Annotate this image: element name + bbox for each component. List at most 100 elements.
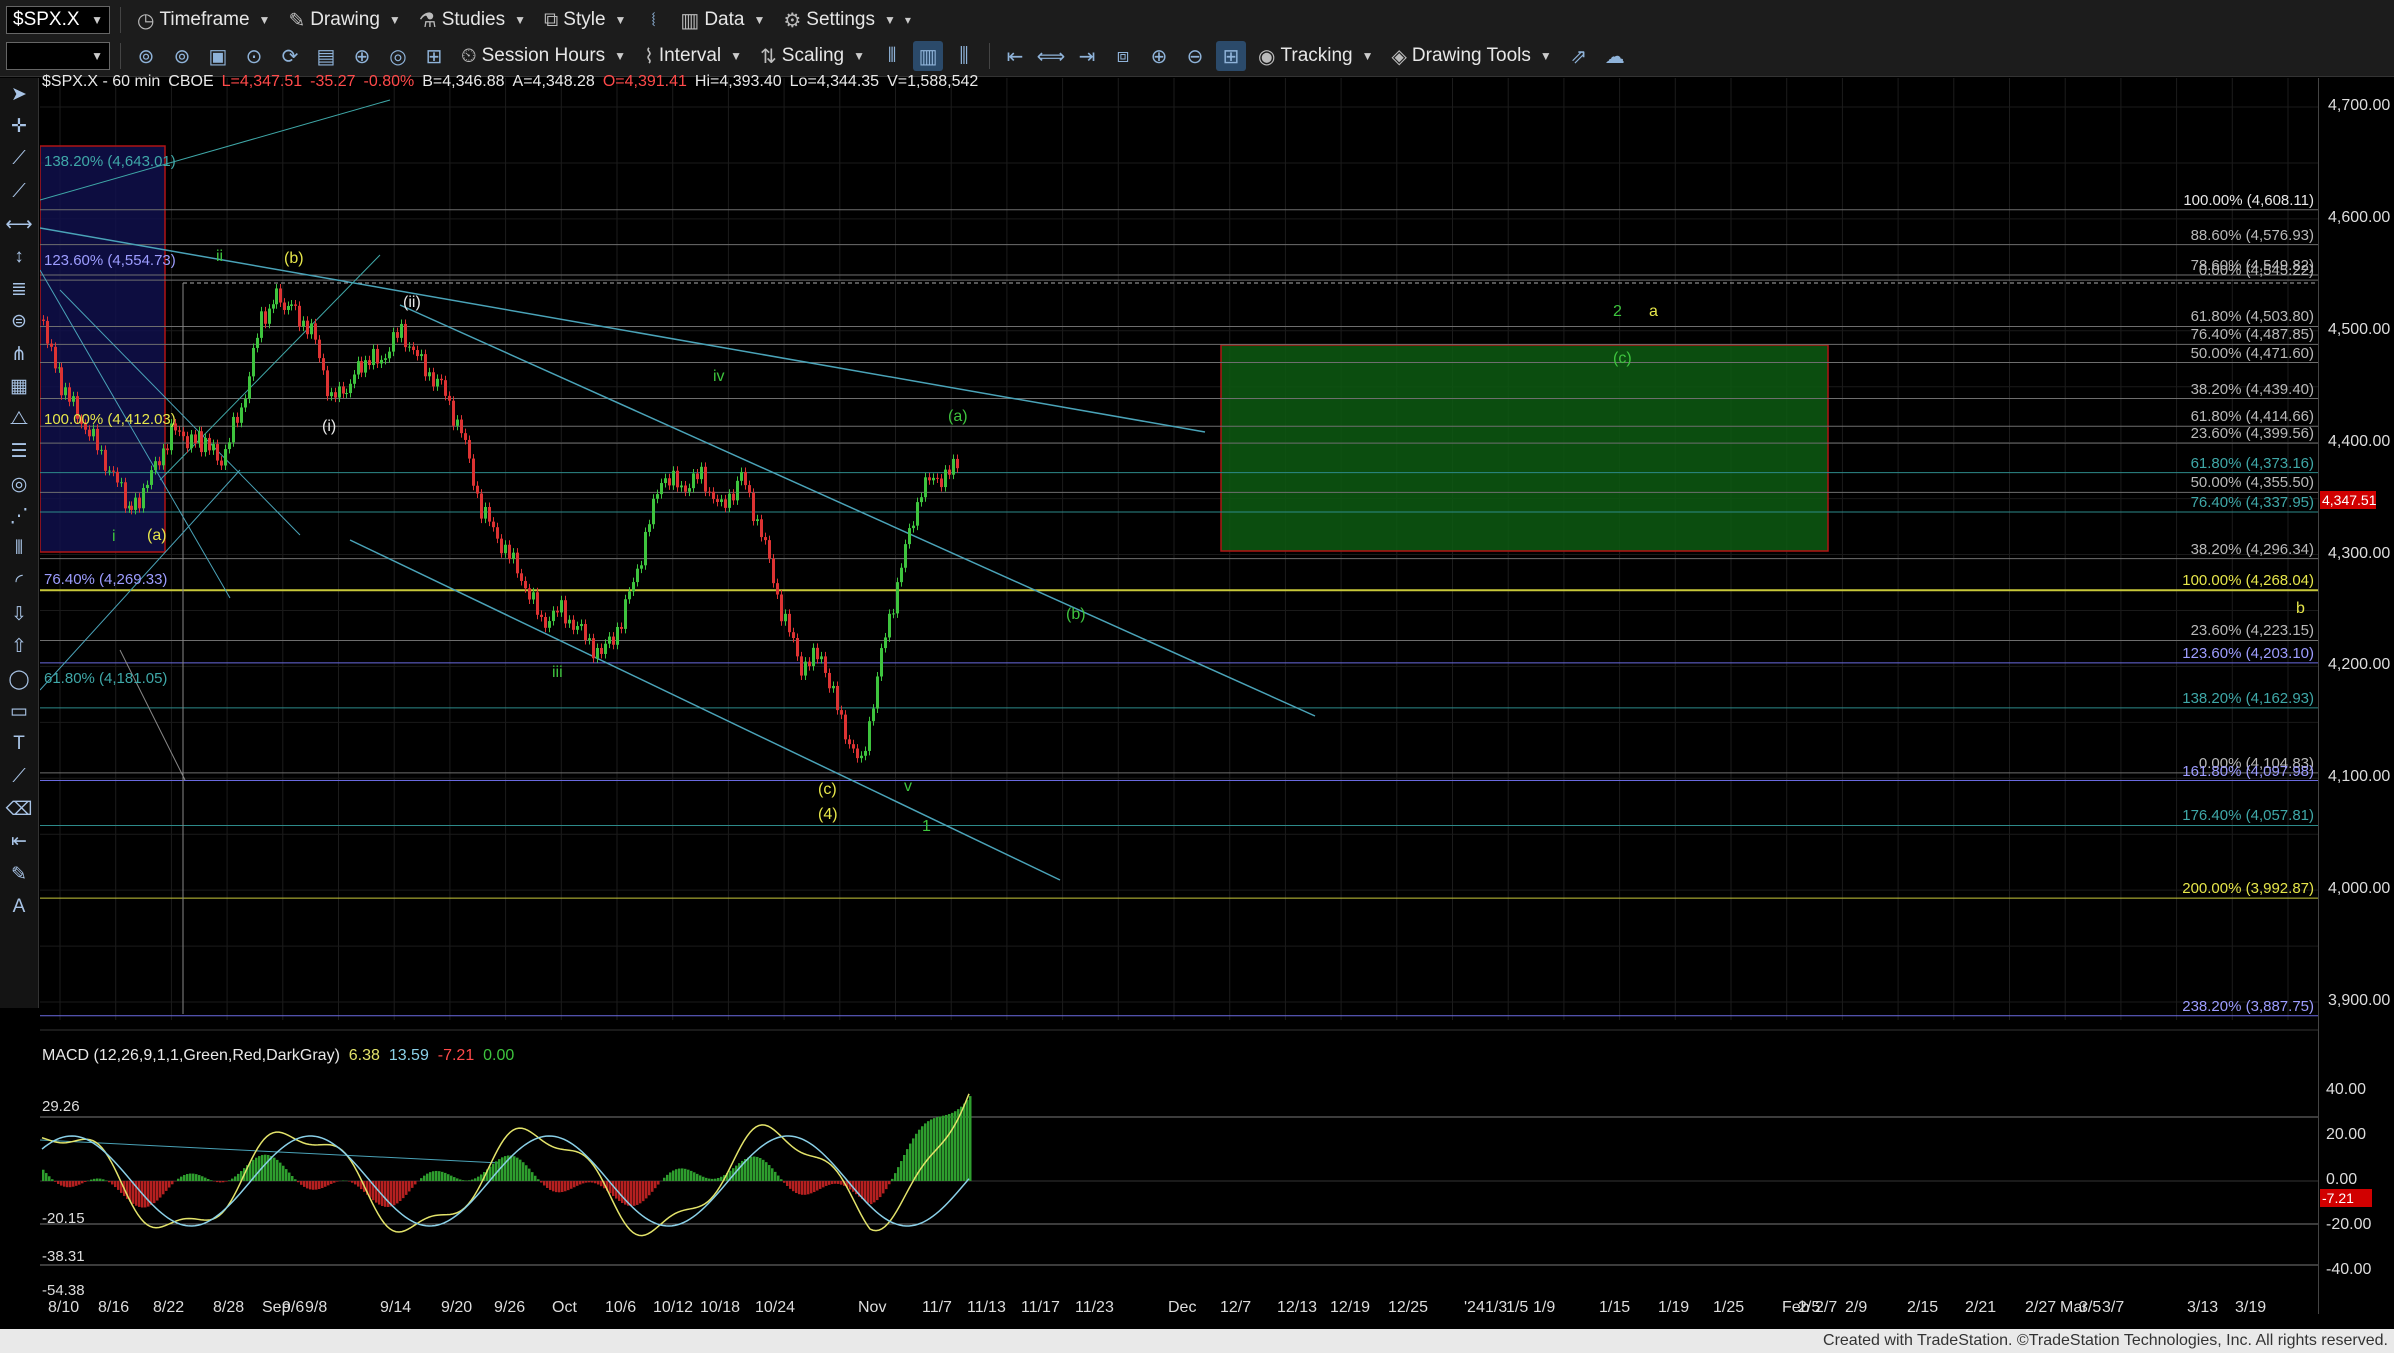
refresh-icon[interactable]: ⟳ xyxy=(275,41,305,71)
macd-histogram-bar xyxy=(219,1181,222,1183)
date-label: 3/13 xyxy=(2187,1299,2219,1316)
pitchfork-icon[interactable]: ⋔ xyxy=(0,338,38,371)
candle-body xyxy=(190,434,193,449)
macd-histogram-bar xyxy=(435,1170,438,1181)
chart-type-icon[interactable]: ⧙ xyxy=(638,5,668,35)
zoom-in-icon[interactable]: ⊕ xyxy=(1144,41,1174,71)
bars-icon[interactable]: ⫴ xyxy=(877,41,907,71)
macd-histogram-bar xyxy=(72,1181,75,1187)
zoom-out-icon[interactable]: ⊖ xyxy=(1180,41,1210,71)
studies-menu[interactable]: ⚗ Studies ▼ xyxy=(413,5,532,35)
levels-icon[interactable]: ☰ xyxy=(0,436,38,469)
rectangle-icon[interactable]: ▭ xyxy=(0,696,38,729)
macd-histogram-bar xyxy=(432,1171,435,1181)
candle-body xyxy=(636,568,639,583)
vline-icon[interactable]: ↕ xyxy=(0,241,38,274)
fib-label: 38.20% (4,439.40) xyxy=(2190,380,2314,398)
globe-icon[interactable]: ◎ xyxy=(383,41,413,71)
workspace-select[interactable]: ▼ xyxy=(6,42,110,70)
line-icon[interactable]: ⫼ xyxy=(949,41,979,71)
speed-icon[interactable]: ⋰ xyxy=(0,501,38,534)
grid-toggle-icon[interactable]: ⊞ xyxy=(1216,41,1247,71)
macd-histogram-bar xyxy=(681,1168,684,1181)
scaling-menu[interactable]: ⇅ Scaling ▼ xyxy=(754,41,871,71)
grid-icon[interactable]: ⊞ xyxy=(419,41,449,71)
drawing-label: Drawing xyxy=(310,9,380,30)
macd-signal: 13.59 xyxy=(388,1047,429,1064)
cloud-icon[interactable]: ☁ xyxy=(1600,41,1630,71)
chevron-down-icon[interactable]: ▼ xyxy=(91,13,103,27)
wave-label: (4) xyxy=(818,806,838,823)
timeframe-menu[interactable]: ◷ Timeframe ▼ xyxy=(131,5,276,35)
session-hours-menu[interactable]: ⏲ Session Hours ▼ xyxy=(455,41,632,71)
chevron-down-icon[interactable]: ▼ xyxy=(91,49,103,63)
cursor-icon[interactable]: ⊕ xyxy=(347,41,377,71)
drawing-menu[interactable]: ✎ Drawing ▼ xyxy=(282,5,406,35)
macd-histogram-bar xyxy=(765,1162,768,1181)
link-icon[interactable]: ⊚ xyxy=(167,41,197,71)
macd-histogram-bar xyxy=(189,1173,192,1181)
macd-histogram-bar xyxy=(156,1181,159,1201)
gann-icon[interactable]: ▦ xyxy=(0,371,38,404)
settings-menu[interactable]: ⚙ Settings ▼ ▾ xyxy=(777,5,917,35)
window-icon[interactable]: ▣ xyxy=(203,41,233,71)
macd-histogram-bar xyxy=(654,1181,657,1189)
macd-histogram-bar xyxy=(510,1155,513,1181)
scaling-label: Scaling xyxy=(781,45,845,66)
drawing-tools-menu[interactable]: ◈ Drawing Tools ▼ xyxy=(1386,41,1558,71)
candle-body xyxy=(572,619,575,630)
candle-icon[interactable]: ▥ xyxy=(913,41,944,71)
tracking-menu[interactable]: ◉ Tracking ▼ xyxy=(1252,41,1380,71)
trendline-icon[interactable]: ⟋ xyxy=(0,143,38,176)
style-menu[interactable]: ⧉ Style ▼ xyxy=(538,5,632,35)
interval-icon: ⌇ xyxy=(644,45,654,68)
zoom-right-icon[interactable]: ⇥ xyxy=(1072,41,1102,71)
eraser-icon[interactable]: ⌫ xyxy=(0,793,38,826)
price-axis-label: 4,500.00 xyxy=(2328,320,2391,338)
symbol-input[interactable]: $SPX.X ▼ xyxy=(6,6,110,34)
candle-body xyxy=(736,480,739,501)
crosshair-icon[interactable]: ✛ xyxy=(0,111,38,144)
link-icon[interactable]: ⊚ xyxy=(131,41,161,71)
ray-icon[interactable]: ⟋ xyxy=(0,176,38,209)
split-icon[interactable]: ⧈ xyxy=(1108,41,1138,71)
export-icon[interactable]: ⇗ xyxy=(1564,41,1594,71)
ellipse-icon[interactable]: ◯ xyxy=(0,663,38,696)
arrow-down-icon[interactable]: ⇩ xyxy=(0,598,38,631)
zoom-fit-icon[interactable]: ⟺ xyxy=(1036,41,1066,71)
candle-body xyxy=(384,358,387,360)
hline-icon[interactable]: ⟷ xyxy=(0,208,38,241)
cycle-icon[interactable]: ◎ xyxy=(0,468,38,501)
macd-histogram-bar xyxy=(750,1156,753,1181)
zoom-left-icon[interactable]: ⇤ xyxy=(1000,41,1030,71)
candle-body xyxy=(349,383,352,394)
macd-histogram-bar xyxy=(318,1181,321,1190)
save-icon[interactable]: ▤ xyxy=(311,41,341,71)
arrow-up-icon[interactable]: ⇧ xyxy=(0,631,38,664)
arc-icon[interactable]: ◜ xyxy=(0,566,38,599)
wave-label: (ii) xyxy=(403,294,421,311)
candle-body xyxy=(424,354,427,377)
bars-tool-icon[interactable]: ⫴ xyxy=(0,533,38,566)
pointer-icon[interactable]: ➤ xyxy=(0,78,38,111)
candle-body xyxy=(740,471,743,481)
studies-label: Studies xyxy=(441,9,506,30)
fib-icon[interactable]: ⊜ xyxy=(0,306,38,339)
candle-body xyxy=(456,419,459,426)
text-icon[interactable]: T xyxy=(0,728,38,761)
regression-icon[interactable]: ⧍ xyxy=(0,403,38,436)
macd-histogram-bar xyxy=(543,1181,546,1186)
camera-icon[interactable]: ⊙ xyxy=(239,41,269,71)
candle-body xyxy=(50,343,53,347)
candle-body xyxy=(256,337,259,348)
text-box-icon[interactable]: A xyxy=(0,891,38,924)
candle-body xyxy=(88,429,91,437)
channel-icon[interactable]: ≣ xyxy=(0,273,38,306)
interval-menu[interactable]: ⌇ Interval ▼ xyxy=(638,41,748,71)
price-chart[interactable] xyxy=(40,78,2318,1314)
paint-icon[interactable]: ✎ xyxy=(0,858,38,891)
macd-histogram-bar xyxy=(102,1179,105,1181)
remove-icon[interactable]: ⇤ xyxy=(0,826,38,859)
data-menu[interactable]: ▥ Data ▼ xyxy=(674,5,771,35)
ruler-icon[interactable]: ⟋ xyxy=(0,761,38,794)
